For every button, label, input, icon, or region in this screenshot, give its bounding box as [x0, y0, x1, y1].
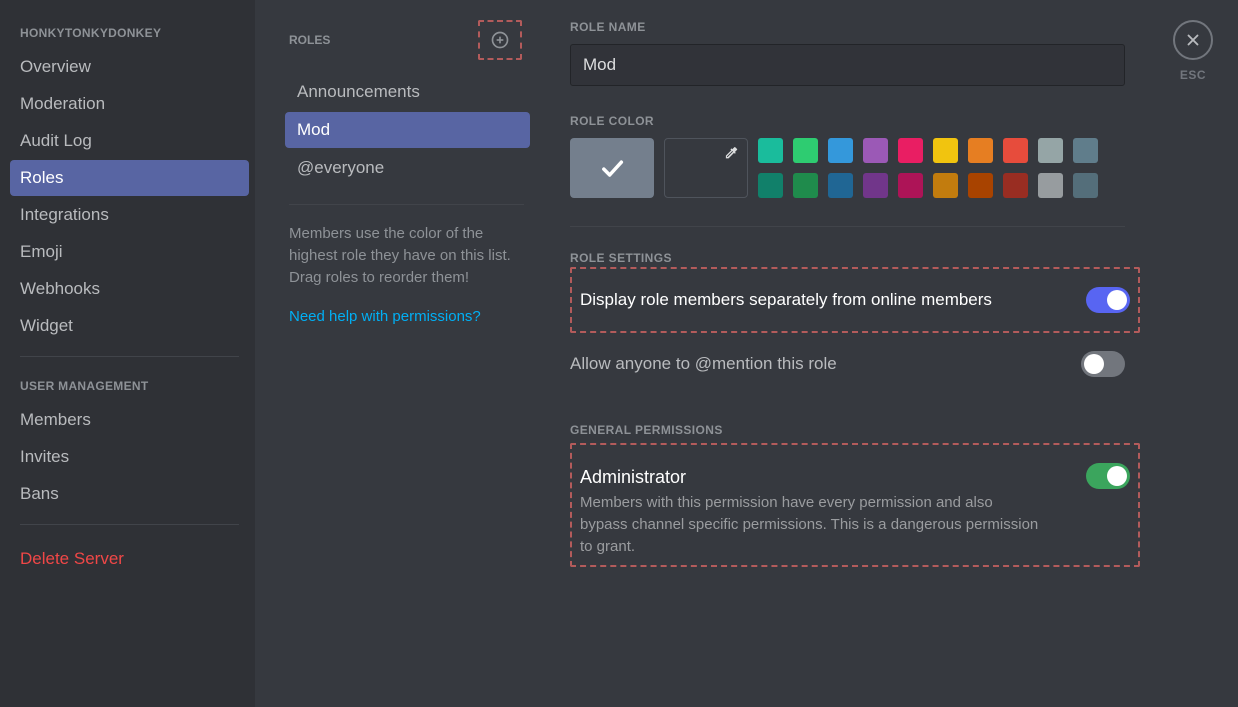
add-role-button[interactable] [478, 20, 522, 60]
check-icon [598, 154, 626, 182]
color-swatch[interactable] [793, 138, 818, 163]
color-swatch[interactable] [828, 138, 853, 163]
color-swatch[interactable] [758, 173, 783, 198]
permission-administrator-title: Administrator [580, 467, 1040, 488]
close-icon [1184, 31, 1202, 49]
toggle-display-separately[interactable] [1086, 287, 1130, 313]
color-swatch[interactable] [898, 138, 923, 163]
role-item-announcements[interactable]: Announcements [285, 74, 530, 110]
sidebar-item-webhooks[interactable]: Webhooks [10, 271, 249, 307]
general-permissions-label: GENERAL PERMISSIONS [570, 423, 1138, 437]
role-name-input[interactable] [570, 44, 1125, 86]
color-swatch[interactable] [828, 173, 853, 198]
user-management-header: USER MANAGEMENT [10, 373, 249, 401]
color-swatch[interactable] [1003, 138, 1028, 163]
color-swatch[interactable] [1073, 138, 1098, 163]
role-item-mod[interactable]: Mod [285, 112, 530, 148]
close-button[interactable] [1173, 20, 1213, 60]
settings-sidebar: HONKYTONKYDONKEY OverviewModerationAudit… [0, 0, 255, 707]
highlight-display-separately: Display role members separately from onl… [570, 267, 1140, 333]
highlight-administrator-permission: Administrator Members with this permissi… [570, 443, 1140, 567]
close-area: ESC [1148, 0, 1238, 707]
color-swatch[interactable] [1003, 173, 1028, 198]
sidebar-separator [20, 356, 239, 357]
sidebar-item-members[interactable]: Members [10, 402, 249, 438]
sidebar-item-audit-log[interactable]: Audit Log [10, 123, 249, 159]
delete-server-button[interactable]: Delete Server [10, 541, 249, 577]
permission-administrator-desc: Members with this permission have every … [580, 492, 1040, 557]
color-swatch[interactable] [933, 173, 958, 198]
sidebar-item-bans[interactable]: Bans [10, 476, 249, 512]
role-name-label: ROLE NAME [570, 20, 1138, 34]
eyedropper-icon [723, 145, 739, 166]
divider [570, 226, 1125, 227]
color-swatch[interactable] [1038, 138, 1063, 163]
color-swatch[interactable] [968, 138, 993, 163]
custom-color-picker[interactable] [664, 138, 748, 198]
role-item-everyone[interactable]: @everyone [285, 150, 530, 186]
sidebar-item-overview[interactable]: Overview [10, 49, 249, 85]
sidebar-item-emoji[interactable]: Emoji [10, 234, 249, 270]
default-color-swatch[interactable] [570, 138, 654, 198]
plus-circle-icon [490, 30, 510, 50]
roles-divider [289, 204, 524, 205]
server-name-header: HONKYTONKYDONKEY [10, 20, 249, 48]
color-swatch[interactable] [793, 173, 818, 198]
sidebar-item-integrations[interactable]: Integrations [10, 197, 249, 233]
color-swatch[interactable] [863, 138, 888, 163]
toggle-allow-mention[interactable] [1081, 351, 1125, 377]
setting-allow-mention-label: Allow anyone to @mention this role [570, 354, 837, 374]
roles-header-label: ROLES [289, 33, 330, 47]
role-color-label: ROLE COLOR [570, 114, 1138, 128]
color-swatch[interactable] [933, 138, 958, 163]
sidebar-item-widget[interactable]: Widget [10, 308, 249, 344]
color-swatch[interactable] [1038, 173, 1063, 198]
color-swatch[interactable] [758, 138, 783, 163]
sidebar-item-roles[interactable]: Roles [10, 160, 249, 196]
sidebar-separator [20, 524, 239, 525]
close-esc-label: ESC [1180, 68, 1206, 82]
setting-display-separately-label: Display role members separately from onl… [580, 290, 992, 310]
color-swatch[interactable] [863, 173, 888, 198]
color-swatch[interactable] [1073, 173, 1098, 198]
role-editor: ROLE NAME ROLE COLOR ROLE SETTINGS Displ… [540, 0, 1148, 707]
toggle-administrator[interactable] [1086, 463, 1130, 489]
sidebar-item-moderation[interactable]: Moderation [10, 86, 249, 122]
sidebar-item-invites[interactable]: Invites [10, 439, 249, 475]
role-settings-label: ROLE SETTINGS [570, 251, 1138, 265]
roles-column: ROLES AnnouncementsMod@everyone Members … [255, 0, 540, 707]
color-swatch[interactable] [968, 173, 993, 198]
color-swatch[interactable] [898, 173, 923, 198]
roles-help-text: Members use the color of the highest rol… [285, 223, 530, 288]
permissions-help-link[interactable]: Need help with permissions? [285, 308, 530, 325]
color-swatch-grid [758, 138, 1098, 198]
